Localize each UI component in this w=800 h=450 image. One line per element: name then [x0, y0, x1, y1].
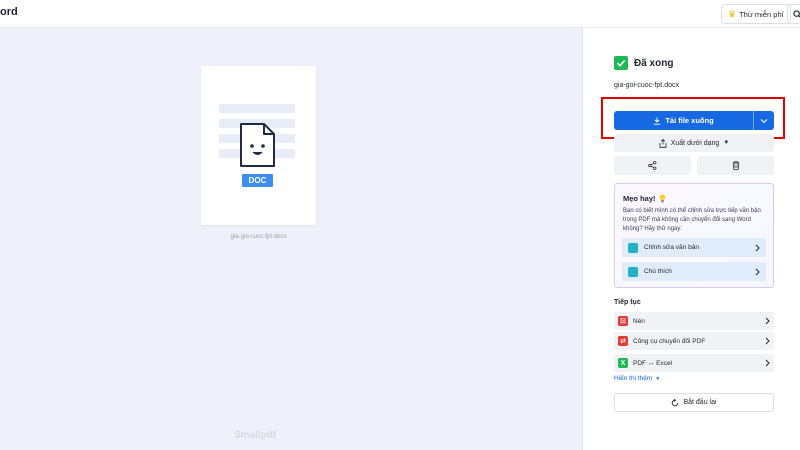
tip-action-label: Chú thích: [644, 268, 672, 275]
tip-card: Mẹo hay! Bạn có biết mình có thể chỉnh s…: [614, 183, 774, 288]
tip-action-annotate[interactable]: Chú thích: [622, 262, 766, 281]
tip-action-edit-text[interactable]: Chỉnh sửa văn bản: [622, 238, 766, 257]
tip-description: Bạn có biết mình có thể chỉnh sửa trực t…: [623, 208, 761, 232]
annotate-icon: [628, 266, 638, 277]
show-more-link[interactable]: Hiển thị thêm ▼: [614, 375, 660, 382]
export-label: Xuất dưới dạng: [670, 139, 720, 147]
delete-button[interactable]: [697, 156, 774, 175]
smallpdf-watermark: Smallpdf: [234, 430, 277, 441]
doc-line: [219, 104, 295, 113]
continue-item-label: PDF ↔ Excel: [633, 359, 673, 367]
document-thumbnail: DOC: [201, 66, 316, 225]
chevron-down-icon: [760, 118, 768, 123]
search-icon: [792, 9, 800, 18]
continue-compress[interactable]: ⊡ Nén: [614, 312, 774, 330]
download-options-dropdown[interactable]: [754, 111, 774, 130]
status-title: Đã xong: [634, 57, 674, 69]
restart-button[interactable]: Bắt đầu lại: [614, 393, 774, 412]
download-icon: [654, 117, 661, 125]
check-icon: [614, 56, 628, 70]
download-button[interactable]: Tải file xuống: [614, 111, 774, 130]
convert-icon: ⇄: [618, 336, 628, 346]
lightbulb-icon: [659, 194, 665, 203]
caret-down-icon: ▼: [655, 375, 661, 382]
tip-title: Mẹo hay!: [623, 194, 666, 203]
free-trial-label: Thử miễn phí: [739, 9, 784, 19]
brand-logo-text: ord: [0, 6, 18, 18]
tip-title-text: Mẹo hay!: [623, 194, 656, 203]
show-more-label: Hiển thị thêm: [614, 375, 653, 382]
chevron-right-icon: [765, 337, 770, 345]
restart-icon: [672, 398, 679, 406]
continue-item-label: Nén: [633, 317, 645, 325]
continue-item-label: Công cụ chuyển đổi PDF: [633, 337, 706, 345]
restart-label: Bắt đầu lại: [683, 399, 717, 406]
status-header: Đã xong: [614, 56, 673, 70]
search-button[interactable]: [787, 4, 800, 24]
free-trial-button[interactable]: ♛ Thử miễn phí: [721, 4, 791, 24]
continue-pdf-excel[interactable]: X PDF ↔ Excel: [614, 354, 774, 372]
preview-file-name: gia-goi-cuoc-fpt.docx: [230, 234, 287, 240]
export-icon: [659, 138, 667, 148]
edit-text-icon: [628, 242, 638, 253]
caret-down-icon: ▼: [723, 140, 730, 146]
result-file-name: gia-goi-cuoc-fpt.docx: [614, 82, 679, 89]
doc-type-badge: DOC: [242, 174, 273, 187]
top-bar: ord ♛ Thử miễn phí: [0, 0, 800, 28]
smiling-document-icon: [240, 123, 275, 167]
continue-section-title: Tiếp tục: [614, 299, 641, 306]
share-button[interactable]: [614, 156, 691, 175]
file-preview-area: DOC gia-goi-cuoc-fpt.docx Smallpdf: [0, 28, 583, 450]
crown-icon: ♛: [728, 8, 737, 19]
chevron-right-icon: [755, 268, 760, 275]
chevron-right-icon: [765, 317, 770, 325]
chevron-right-icon: [755, 244, 760, 251]
tip-action-label: Chỉnh sửa văn bản: [644, 244, 699, 251]
download-label: Tải file xuống: [665, 116, 714, 125]
excel-icon: X: [618, 358, 628, 368]
trash-icon: [732, 161, 739, 170]
share-icon: [648, 161, 657, 170]
chevron-right-icon: [765, 359, 770, 367]
export-as-button[interactable]: Xuất dưới dạng ▼: [614, 134, 774, 152]
continue-pdf-converter[interactable]: ⇄ Công cụ chuyển đổi PDF: [614, 332, 774, 350]
compress-icon: ⊡: [618, 316, 628, 326]
download-main-action[interactable]: Tải file xuống: [614, 111, 754, 130]
